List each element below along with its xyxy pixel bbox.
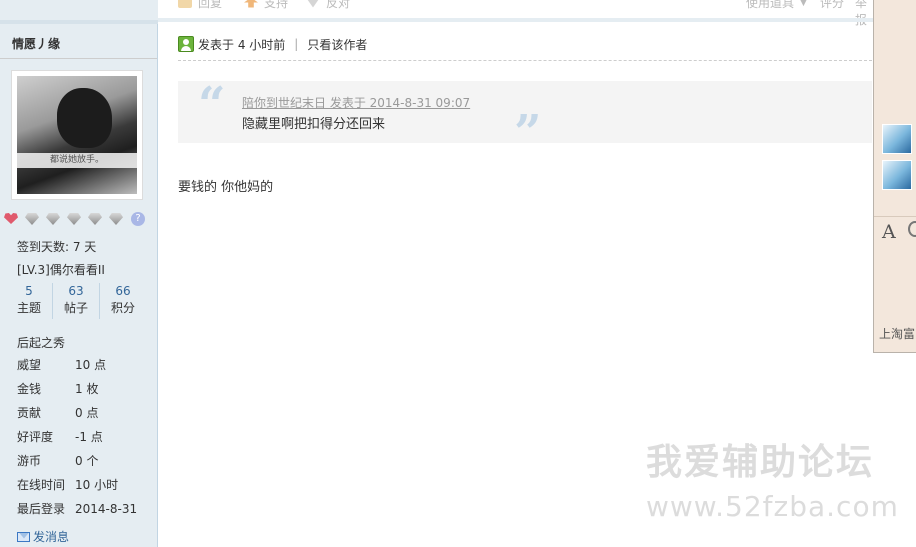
divider [158,18,874,22]
avatar-caption: 都说她放手。 [17,153,137,168]
diamond-medal-icon[interactable] [87,212,103,226]
use-tool-button[interactable]: 使用道具 ▼ [746,0,807,11]
contact-avatar[interactable] [882,160,912,190]
user-level[interactable]: [LV.3]偶尔看看II [17,261,105,278]
post-content: 要钱的 你他妈的 [178,180,274,195]
divider [0,20,158,24]
divider [874,216,916,217]
chevron-down-icon: ▼ [800,0,807,8]
panel-footer-text[interactable]: 上淘富 [879,325,915,342]
info-row: 最后登录 2014-8-31 [17,502,138,516]
divider [0,58,157,59]
info-row: 金钱 1 枚 [17,382,99,396]
diamond-medal-icon[interactable] [24,212,40,226]
open-quote-icon: “ [198,77,226,133]
only-author-link[interactable]: 只看该作者 [307,36,367,53]
sidebar-top [0,0,158,20]
post-toolbar: 回复 支持 反对 使用道具 ▼ 评分 举报 [158,0,874,27]
info-row: 威望 10 点 [17,358,107,372]
diamond-medal-icon[interactable] [108,212,124,226]
thumb-up-icon [244,0,258,8]
watermark-title: 我爱辅助论坛 [646,442,875,483]
separator: | [294,37,299,51]
divider [178,60,872,61]
user-stats: 5 主题 63 帖子 66 积分 [6,283,146,319]
oppose-button[interactable]: 反对 [306,0,350,11]
stat-points[interactable]: 66 积分 [100,283,146,319]
report-button[interactable]: 举报 [855,0,874,28]
font-icon[interactable]: A [882,221,896,243]
quote-text: 隐藏里啊把扣得分还回来 [242,117,386,132]
info-row: 在线时间 10 小时 [17,478,119,492]
support-button[interactable]: 支持 [244,0,288,11]
info-row: 游币 0 个 [17,454,99,468]
quote-source-link[interactable]: 陪你到世纪末日 发表于 2014-8-31 09:07 [242,94,470,111]
author-sidebar: 情愿丿缘 都说她放手。 ? 签到天数: 7 天 [LV.3]偶尔看看II 5 主… [0,0,158,547]
heart-medal-icon[interactable] [3,212,19,226]
reply-icon [178,0,192,8]
author-name[interactable]: 情愿丿缘 [12,35,60,52]
diamond-medal-icon[interactable] [66,212,82,226]
close-quote-icon: ” [514,105,542,161]
info-row: 贡献 0 点 [17,406,99,420]
post-meta: 发表于 4 小时前 | 只看该作者 [178,35,367,53]
stat-posts[interactable]: 63 帖子 [53,283,100,319]
user-info: 后起之秀 威望 10 点 金钱 1 枚 贡献 0 点 好评度 -1 点 游币 0 个 在线… [17,333,152,521]
avatar-silhouette [57,88,112,148]
online-user-icon [178,36,194,52]
watermark-url: www.52fzba.com [646,490,899,523]
info-row: 好评度 -1 点 [17,430,103,444]
checkin-days: 签到天数: 7 天 [17,240,97,254]
refresh-icon[interactable] [908,221,916,237]
mail-icon [17,531,30,542]
contact-avatar[interactable] [882,124,912,154]
post-time: 发表于 4 小时前 [198,37,286,52]
diamond-medal-icon[interactable] [45,212,61,226]
reply-button[interactable]: 回复 [178,0,222,11]
user-group[interactable]: 后起之秀 [17,333,152,353]
rate-button[interactable]: 评分 [820,0,844,11]
forum-post-page: 回复 支持 反对 使用道具 ▼ 评分 举报 情愿丿缘 都说她放 [0,0,916,547]
floating-side-panel: A 上淘富 [873,0,916,353]
medal-row: ? [3,211,145,227]
quote-block: “ 陪你到世纪末日 发表于 2014-8-31 09:07 隐藏里啊把扣得分还回… [178,77,872,161]
help-icon[interactable]: ? [131,212,145,226]
avatar-image: 都说她放手。 [17,76,137,194]
send-message-link[interactable]: 发消息 [17,528,69,545]
thumb-down-icon [306,0,320,8]
stat-topics[interactable]: 5 主题 [6,283,53,319]
avatar[interactable]: 都说她放手。 [11,70,143,200]
